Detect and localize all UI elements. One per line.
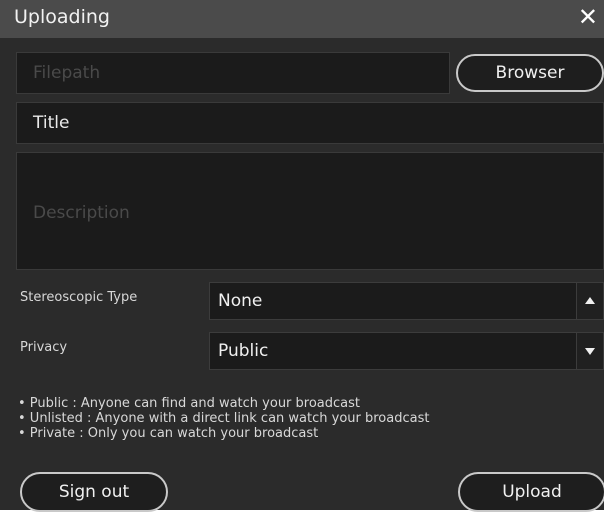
stereoscopic-arrow-button[interactable] (576, 283, 603, 319)
title-input[interactable]: Title (16, 102, 604, 144)
privacy-select[interactable]: Public (209, 332, 604, 370)
filepath-input[interactable]: Filepath (16, 52, 450, 94)
privacy-help-private: • Private : Only you can watch your broa… (18, 426, 319, 441)
privacy-arrow-button[interactable] (576, 333, 603, 369)
privacy-help-unlisted: • Unlisted : Anyone with a direct link c… (18, 411, 430, 426)
description-placeholder: Description (33, 203, 130, 223)
upload-dialog: Uploading ✕ Filepath Browser Title Descr… (0, 0, 604, 512)
browse-button[interactable]: Browser (456, 54, 604, 92)
title-value: Title (33, 113, 70, 133)
privacy-help-public: • Public : Anyone can find and watch you… (18, 396, 360, 411)
chevron-down-icon (585, 348, 595, 355)
privacy-help: • Public : Anyone can find and watch you… (18, 396, 429, 441)
privacy-label: Privacy (20, 340, 68, 355)
privacy-value: Public (218, 341, 269, 361)
dialog-title: Uploading (14, 6, 110, 28)
stereoscopic-label: Stereoscopic Type (20, 290, 138, 305)
upload-button[interactable]: Upload (458, 472, 604, 512)
chevron-up-icon (585, 297, 595, 304)
sign-out-button[interactable]: Sign out (20, 472, 168, 512)
description-input[interactable]: Description (16, 152, 604, 270)
stereoscopic-select[interactable]: None (209, 282, 604, 320)
close-icon[interactable]: ✕ (578, 3, 598, 31)
titlebar: Uploading ✕ (0, 0, 604, 38)
stereoscopic-value: None (218, 291, 263, 311)
filepath-placeholder: Filepath (33, 63, 101, 83)
